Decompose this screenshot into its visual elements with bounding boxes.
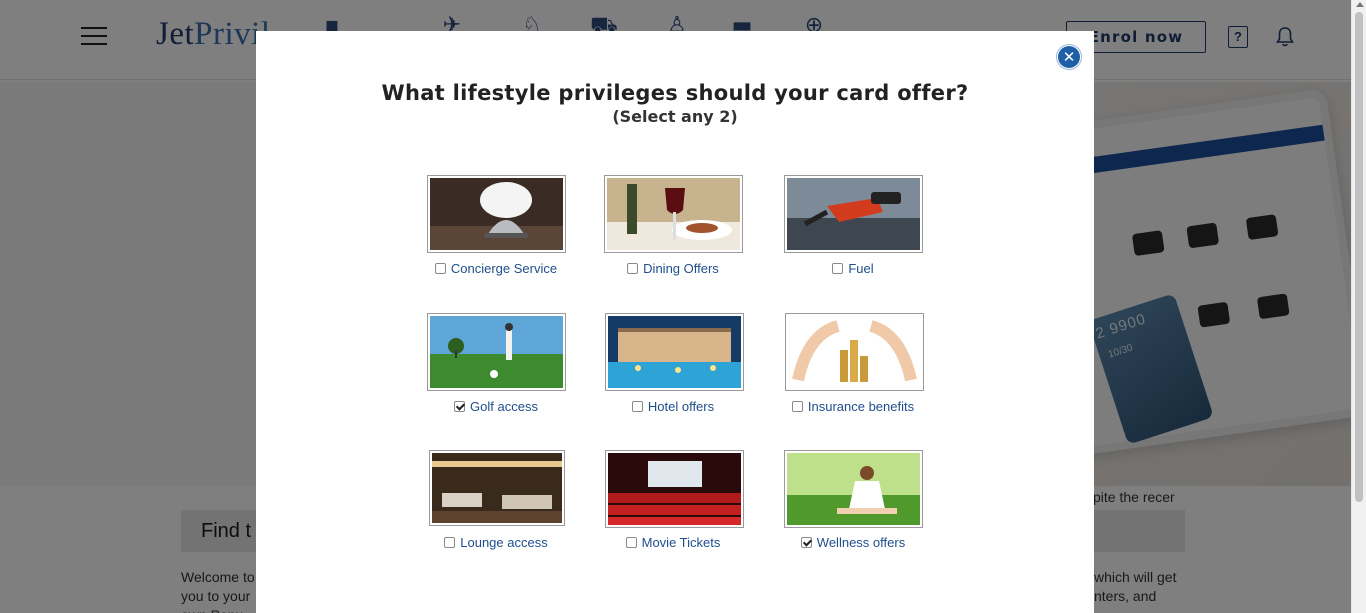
wellness-image — [784, 450, 923, 528]
wellness-checkbox[interactable] — [800, 537, 812, 548]
lounge-image — [429, 450, 565, 526]
scrollbar-thumb[interactable] — [1355, 12, 1363, 502]
insurance-checkbox[interactable] — [791, 401, 803, 412]
option-label[interactable]: Movie Tickets — [642, 535, 721, 550]
option-label[interactable]: Golf access — [470, 399, 538, 414]
option-fuel[interactable]: Fuel — [763, 174, 943, 284]
option-golf-access[interactable]: Golf access — [406, 312, 586, 422]
cinema-image — [605, 450, 744, 528]
modal-subtitle: (Select any 2) — [612, 107, 738, 126]
option-hotel-offers[interactable]: Hotel offers — [583, 312, 763, 422]
option-label[interactable]: Dining Offers — [643, 261, 719, 276]
option-label[interactable]: Insurance benefits — [808, 399, 914, 414]
option-lounge-access[interactable]: Lounge access — [406, 449, 586, 559]
option-label[interactable]: Hotel offers — [648, 399, 714, 414]
golf-checkbox[interactable] — [454, 401, 466, 412]
hotel-image — [605, 313, 744, 391]
option-wellness-offers[interactable]: Wellness offers — [763, 449, 943, 559]
dining-checkbox[interactable] — [627, 263, 639, 274]
option-label[interactable]: Wellness offers — [817, 535, 905, 550]
option-concierge-service[interactable]: Concierge Service — [406, 174, 586, 284]
option-label[interactable]: Lounge access — [460, 535, 547, 550]
close-icon[interactable]: ✕ — [1058, 46, 1080, 68]
option-label[interactable]: Concierge Service — [451, 261, 557, 276]
page-scrollbar[interactable] — [1351, 0, 1366, 613]
option-insurance-benefits[interactable]: Insurance benefits — [763, 312, 943, 422]
concierge-image — [427, 175, 566, 253]
lounge-checkbox[interactable] — [444, 537, 456, 548]
hotel-checkbox[interactable] — [631, 401, 643, 412]
movie-checkbox[interactable] — [625, 537, 637, 548]
scroll-up-arrow-icon[interactable] — [1356, 2, 1364, 7]
option-dining-offers[interactable]: Dining Offers — [583, 174, 763, 284]
insurance-image — [785, 313, 924, 391]
fuel-image — [784, 175, 923, 253]
modal-title: What lifestyle privileges should your ca… — [381, 81, 969, 105]
lifestyle-privileges-modal: ✕ What lifestyle privileges should your … — [256, 31, 1094, 613]
dining-image — [604, 175, 743, 253]
golf-image — [427, 313, 566, 391]
concierge-checkbox[interactable] — [434, 263, 446, 274]
fuel-checkbox[interactable] — [832, 263, 844, 274]
option-label[interactable]: Fuel — [848, 261, 873, 276]
option-movie-tickets[interactable]: Movie Tickets — [583, 449, 763, 559]
